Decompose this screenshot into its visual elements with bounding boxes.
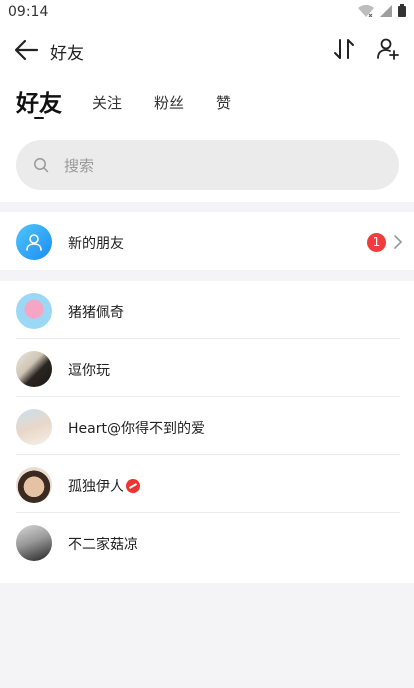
new-friends-avatar	[16, 224, 52, 260]
sort-icon[interactable]	[332, 37, 356, 61]
search-icon	[34, 158, 49, 173]
tab-following[interactable]: 关注	[92, 92, 122, 113]
search-input[interactable]: 搜索	[16, 140, 399, 190]
active-tab-indicator	[34, 117, 44, 119]
friend-row[interactable]: 猪猪佩奇	[0, 281, 414, 339]
friend-row[interactable]: 不二家菇凉	[0, 513, 414, 571]
tab-bar: 好友 关注 粉丝 赞	[0, 74, 414, 130]
add-friend-icon[interactable]	[376, 37, 400, 61]
new-friends-row[interactable]: 新的朋友 1	[0, 212, 414, 270]
friend-name: Heart@你得不到的爱	[68, 421, 205, 437]
avatar	[16, 409, 52, 445]
tab-friends[interactable]: 好友	[16, 84, 62, 118]
person-icon	[26, 234, 42, 251]
battery-icon	[398, 4, 406, 17]
avatar	[16, 351, 52, 387]
status-bar: 09:14	[0, 0, 414, 24]
avatar	[16, 293, 52, 329]
app-header: 好友	[0, 24, 414, 74]
friend-name: 不二家菇凉	[68, 537, 138, 553]
avatar	[16, 525, 52, 561]
chevron-right-icon	[394, 235, 402, 249]
status-icons	[358, 4, 406, 17]
new-friends-label: 新的朋友	[68, 236, 124, 252]
friend-name-with-emoji: 孤独伊人	[68, 476, 140, 496]
friend-row[interactable]: 孤独伊人	[0, 455, 414, 513]
avatar	[16, 467, 52, 503]
page-title: 好友	[50, 44, 84, 64]
friend-row[interactable]: Heart@你得不到的爱	[0, 397, 414, 455]
friend-row[interactable]: 逗你玩	[0, 339, 414, 397]
new-friends-badge: 1	[367, 233, 386, 252]
wifi-icon	[358, 4, 374, 17]
friends-list: 猪猪佩奇 逗你玩 Heart@你得不到的爱 孤独伊人 不二家菇凉	[0, 281, 414, 583]
lipstick-emoji-icon	[126, 479, 140, 493]
friend-name: 孤独伊人	[68, 479, 124, 495]
tab-fans[interactable]: 粉丝	[154, 92, 184, 113]
search-section: 搜索	[0, 130, 414, 202]
search-placeholder: 搜索	[64, 157, 95, 175]
status-time: 09:14	[8, 4, 49, 20]
friend-name: 逗你玩	[68, 363, 110, 379]
back-arrow-icon[interactable]	[12, 36, 40, 64]
friend-name: 猪猪佩奇	[68, 305, 124, 321]
tab-likes[interactable]: 赞	[216, 92, 231, 113]
signal-icon	[380, 4, 392, 17]
